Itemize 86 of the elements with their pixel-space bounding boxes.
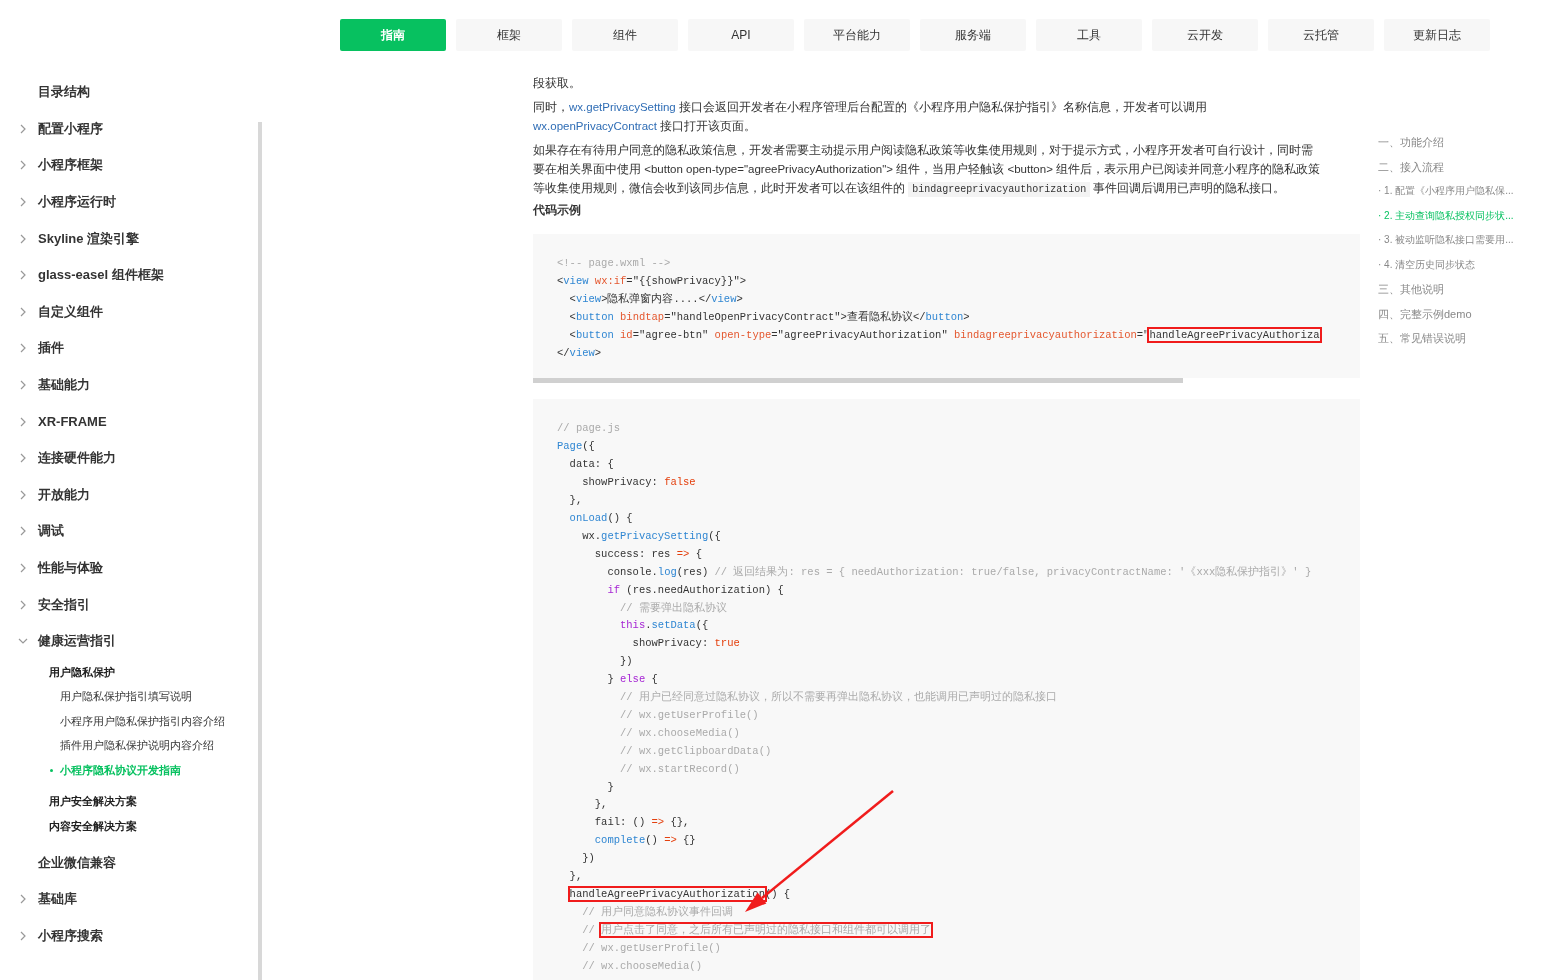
sidebar-item[interactable]: 基础能力 xyxy=(38,376,90,395)
sidebar-item[interactable]: 企业微信兼容 xyxy=(38,853,116,872)
code-line: <button bindtap="handleOpenPrivacyContract">查看隐私协议</button> xyxy=(568,309,970,325)
toc-item[interactable]: · 3. 被动监听隐私接口需要用... xyxy=(1378,228,1545,253)
nav-tab[interactable]: 组件 xyxy=(572,19,678,51)
code-line: success: res => { xyxy=(593,546,702,562)
toc-item[interactable]: 四、完整示例demo xyxy=(1378,301,1545,326)
api-link[interactable]: wx.openPrivacyContract xyxy=(533,120,657,132)
code-line: if (res.needAuthorization) { xyxy=(606,582,784,598)
toc-item[interactable]: · 1. 配置《小程序用户隐私保... xyxy=(1378,179,1545,204)
nav-tab[interactable]: 服务端 xyxy=(920,19,1026,51)
toc-item[interactable]: 三、其他说明 xyxy=(1378,277,1545,302)
scrollbar[interactable] xyxy=(258,122,262,980)
sidebar-item[interactable]: 配置小程序 xyxy=(38,119,103,138)
code-line: // 需要弹出隐私协议 xyxy=(619,600,727,616)
nav-tab[interactable]: 云开发 xyxy=(1152,19,1258,51)
code-line: // wx.getUserProfile() xyxy=(619,707,759,723)
sidebar-item[interactable]: 开放能力 xyxy=(38,485,90,504)
sidebar-subitem[interactable]: 插件用户隐私保护说明内容介绍 xyxy=(0,733,258,758)
scrollbar[interactable] xyxy=(533,378,1183,384)
code-line: data: { xyxy=(568,457,614,473)
toc-item[interactable]: 二、接入流程 xyxy=(1378,154,1545,179)
code-line: // 用户已经同意过隐私协议，所以不需要再弹出隐私协议，也能调用已声明过的隐私接口 xyxy=(619,690,1057,706)
nav-tab[interactable]: 云托管 xyxy=(1268,19,1374,51)
code-line: // 用户同意隐私协议事件回调 xyxy=(581,904,734,920)
code-line: // wx.getClipboardData() xyxy=(619,743,772,759)
code-line: <view>隐私弹窗内容....</view> xyxy=(568,291,743,307)
code-line: wx.getPrivacySetting({ xyxy=(581,528,721,544)
code-line: // page.js xyxy=(557,421,620,437)
code-line: }, xyxy=(568,869,583,885)
code-line: // wx.getUserProfile() xyxy=(581,940,721,956)
sidebar-item[interactable]: 调试 xyxy=(38,522,64,541)
sidebar-item[interactable]: 小程序框架 xyxy=(38,156,103,175)
sidebar-subitem[interactable]: 用户隐私保护 xyxy=(0,659,258,685)
nav-tab[interactable]: 框架 xyxy=(456,19,562,51)
code-line: console.log(res) // 返回结果为: res = { needAuthorization: true/false, privacyContractName: '《xxx隐私保护指引》' } xyxy=(606,564,1312,580)
sidebar-item[interactable]: 自定义组件 xyxy=(38,302,103,321)
code-line: // wx.chooseMedia() xyxy=(619,725,740,741)
code-line: onLoad() { xyxy=(568,510,633,526)
code-line: }, xyxy=(568,493,583,509)
paragraph: 同时，wx.getPrivacySetting 接口会返回开发者在小程序管理后台配置的《小程序用户隐私保护指引》名称信息，开发者可以调用 wx.openPrivacyContract 接口打开该页面。 xyxy=(533,100,1208,134)
code-line: </view> xyxy=(557,345,602,361)
sidebar-subitem[interactable]: 用户安全解决方案 xyxy=(0,788,258,814)
sidebar-item[interactable]: 健康运营指引 xyxy=(38,632,116,651)
paragraph: 段获取。 xyxy=(533,76,582,91)
sidebar-subitem[interactable]: 内容安全解决方案 xyxy=(0,813,258,839)
code-line: // wx.chooseMedia() xyxy=(581,958,702,974)
toc-item[interactable]: 一、功能介绍 xyxy=(1378,130,1545,155)
code-line: // wx.startRecord() xyxy=(619,761,740,777)
code-line: }) xyxy=(581,851,595,867)
sidebar-item[interactable]: 基础库 xyxy=(38,890,77,909)
sidebar-subitem[interactable]: 用户隐私保护指引填写说明 xyxy=(0,684,258,709)
code-line: showPrivacy: false xyxy=(581,475,696,491)
toc-item[interactable]: · 4. 清空历史同步状态 xyxy=(1378,252,1545,277)
nav-tab[interactable]: 工具 xyxy=(1036,19,1142,51)
code-line: <view wx:if="{{showPrivacy}}"> xyxy=(557,273,747,289)
sidebar-item[interactable]: 性能与体验 xyxy=(38,559,103,577)
nav-tab[interactable]: 平台能力 xyxy=(804,19,910,51)
code-line: // 用户点击了同意，之后所有已声明过的隐私接口和组件都可以调用了 xyxy=(581,921,932,940)
sidebar-item[interactable]: 插件 xyxy=(38,339,64,358)
code-line: showPrivacy: true xyxy=(631,636,740,652)
inline-code: bindagreeprivacyauthorization xyxy=(908,182,1091,197)
nav-tab[interactable]: 更新日志 xyxy=(1384,19,1490,51)
sidebar-subitem[interactable]: 小程序用户隐私保护指引内容介绍 xyxy=(0,709,258,734)
code-line: Page({ xyxy=(557,439,595,455)
code-line: }, xyxy=(593,797,608,813)
sidebar-item[interactable]: 连接硬件能力 xyxy=(38,449,116,468)
code-line: complete() => {} xyxy=(593,833,696,849)
sidebar-item[interactable]: Skyline 渲染引擎 xyxy=(38,229,140,248)
code-line: } xyxy=(606,779,614,795)
section-heading: 代码示例 xyxy=(533,203,582,218)
toc-item[interactable]: 五、常见错误说明 xyxy=(1378,326,1545,351)
code-line: } else { xyxy=(606,672,658,688)
sidebar-item[interactable]: 小程序运行时 xyxy=(38,193,116,212)
sidebar-item[interactable]: XR-FRAME xyxy=(38,414,107,430)
code-line: <!-- page.wxml --> xyxy=(557,256,671,271)
sidebar-item[interactable]: glass-easel 组件框架 xyxy=(38,266,164,285)
sidebar-item[interactable]: 小程序搜索 xyxy=(38,927,103,945)
code-line: fail: () => {}, xyxy=(593,815,690,831)
api-link[interactable]: wx.getPrivacySetting xyxy=(569,101,676,113)
code-line: this.setData({ xyxy=(619,618,709,634)
code-line: }) xyxy=(619,654,633,670)
paragraph: 如果存在有待用户同意的隐私政策信息，开发者需要主动提示用户阅读隐私政策等收集使用规则，对于提示方式，小程序开发者可自行设计，同时需要在相关界面中使用 <button open-type="agreePrivacyAuthorization"> 组件，当用户轻触该 <button> 组件后，表示用户已阅读并同意小程序的隐私政策等收集使用规则，微信会收到该同步信息，此时开发者可以在该组件的 bindagreeprivacyauthorization 事件回调后调用已声明的隐私接口。 xyxy=(533,143,1322,198)
nav-tab[interactable]: API xyxy=(688,19,794,51)
sidebar-item[interactable]: 目录结构 xyxy=(38,83,90,102)
sidebar-item[interactable]: 安全指引 xyxy=(38,595,90,614)
